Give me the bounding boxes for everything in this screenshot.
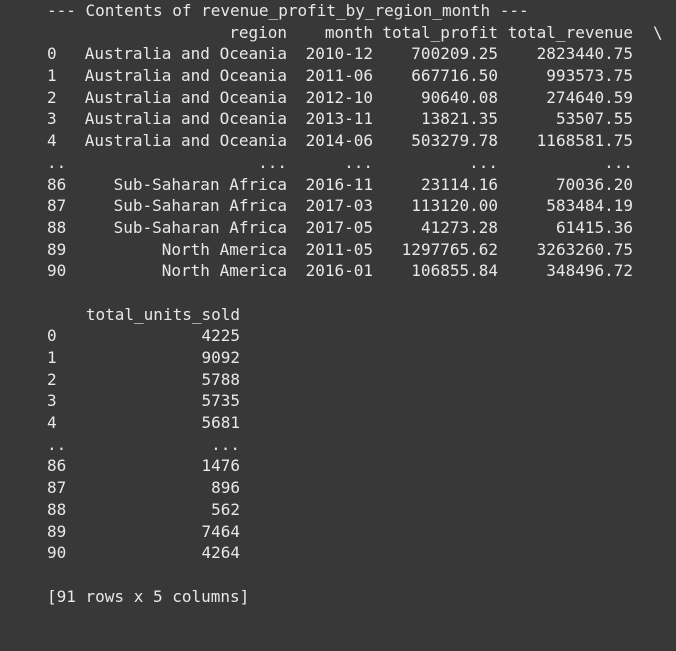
cell-total-profit: 106855.84 <box>411 261 498 281</box>
table-row: 88 562 <box>47 499 240 521</box>
cell-total-profit: 90640.08 <box>420 87 498 107</box>
table1-header-row: region month total_profit total_revenue … <box>47 22 662 44</box>
cell-region: Australia and Oceania <box>84 66 287 86</box>
cell-total-revenue: 53507.55 <box>555 109 633 129</box>
cell-total-revenue: 274640.59 <box>546 87 633 107</box>
cell-total-revenue: 348496.72 <box>546 261 633 281</box>
table2-header-row: total_units_sold <box>47 304 240 326</box>
cell-month: 2017-03 <box>305 196 373 216</box>
cell-region: Australia and Oceania <box>84 87 287 107</box>
cell-total-profit: 23114.16 <box>420 174 498 194</box>
cell-total-revenue: 2823440.75 <box>536 44 633 64</box>
cell-region: Sub-Saharan Africa <box>113 174 287 194</box>
notebook-output-cell: { "output": { "header": "--- Contents of… <box>0 0 676 617</box>
cell-region: Australia and Oceania <box>84 109 287 129</box>
column-header-month: month <box>324 22 373 42</box>
cell-total-revenue: 583484.19 <box>546 196 633 216</box>
cell-total-profit: 13821.35 <box>420 109 498 129</box>
table-row: 4 Australia and Oceania 2014-06 503279.78 11… <box>47 130 633 152</box>
cell-month: 2016-11 <box>305 174 373 194</box>
cell-region: Sub-Saharan Africa <box>113 196 287 216</box>
cell-total-units-sold: 5735 <box>201 391 240 411</box>
cell-total-units-sold: 5788 <box>201 369 240 389</box>
cell-total-profit: 41273.28 <box>420 217 498 237</box>
cell-region: Sub-Saharan Africa <box>113 217 287 237</box>
cell-total-units-sold: 7464 <box>201 521 240 541</box>
cell-region: North America <box>161 261 287 281</box>
cell-total-revenue: 3263260.75 <box>536 239 633 259</box>
cell-total-profit: 503279.78 <box>411 131 498 151</box>
table2-body: 0 4225 1 9092 2 5788 3 5735 4 5681..... 86 1476 87 89… <box>47 325 240 564</box>
cell-total-units-sold: 5681 <box>201 413 240 433</box>
cell-total-units-sold: ... <box>211 434 240 454</box>
cell-region: Australia and Oceania <box>84 44 287 64</box>
column-header-region: region <box>229 22 287 42</box>
column-header-total-units-sold: total_units_sold <box>85 304 240 324</box>
cell-total-units-sold: 562 <box>211 499 240 519</box>
cell-total-profit: 1297765.62 <box>401 239 498 259</box>
cell-month: 2011-06 <box>305 66 373 86</box>
dataframe-printout: --- Contents of revenue_profit_by_region… <box>47 0 663 608</box>
cell-total-units-sold: 4264 <box>201 543 240 563</box>
table-row: .............. <box>47 152 633 174</box>
cell-total-revenue: 70036.20 <box>555 174 633 194</box>
cell-total-revenue: 61415.36 <box>555 217 633 237</box>
table-row: 89 7464 <box>47 521 240 543</box>
cell-total-profit: ... <box>469 152 498 172</box>
cell-month: 2017-05 <box>305 217 373 237</box>
table-row: 88 Sub-Saharan Africa 2017-05 41273.28 61415… <box>47 217 633 239</box>
cell-total-units-sold: 9092 <box>201 348 240 367</box>
table-row: 87 896 <box>47 477 240 499</box>
table-row: 86 1476 <box>47 455 240 477</box>
row-count-footer: [91 rows x 5 columns] <box>47 586 250 606</box>
cell-total-revenue: 1168581.75 <box>536 131 633 151</box>
table-row: 2 Australia and Oceania 2012-10 90640.08 274… <box>47 87 633 109</box>
table-row: 3 Australia and Oceania 2013-11 13821.35 535… <box>47 108 633 130</box>
table-row: 1 Australia and Oceania 2011-06 667716.50 99… <box>47 65 633 87</box>
cell-total-units-sold: 4225 <box>201 326 240 346</box>
cell-month: 2010-12 <box>305 44 373 64</box>
output-header-line: --- Contents of revenue_profit_by_region… <box>47 0 529 22</box>
table-row: 90 North America 2016-01 106855.84 348496.72 <box>47 260 633 282</box>
table-row: 0 Australia and Oceania 2010-12 700209.25 28… <box>47 43 633 65</box>
table-row: 86 Sub-Saharan Africa 2016-11 23114.16 70036… <box>47 174 633 196</box>
cell-month: 2013-11 <box>305 109 373 129</box>
cell-month: 2014-06 <box>305 131 373 151</box>
cell-total-profit: 113120.00 <box>411 196 498 216</box>
cell-region: ... <box>258 152 287 172</box>
output-footer-line: [91 rows x 5 columns] <box>47 586 249 608</box>
table-row: 0 4225 <box>47 325 240 347</box>
cell-region: Australia and Oceania <box>84 131 287 151</box>
column-header-total-profit: total_profit <box>382 22 498 42</box>
cell-total-revenue: 993573.75 <box>546 66 633 86</box>
table-row: 1 9092 <box>47 347 240 369</box>
cell-month: 2012-10 <box>305 87 373 107</box>
cell-total-profit: 700209.25 <box>411 44 498 64</box>
cell-total-revenue: ... <box>604 152 633 172</box>
table-row: ..... <box>47 434 240 456</box>
output-header: --- Contents of revenue_profit_by_region… <box>47 1 529 20</box>
cell-month: ... <box>344 152 373 172</box>
column-header-total-revenue: total_revenue <box>507 22 633 42</box>
table-row: 90 4264 <box>47 542 240 564</box>
column-continuation-marker: \ <box>653 22 663 42</box>
cell-total-profit: 667716.50 <box>411 66 498 86</box>
table-row: 89 North America 2011-05 1297765.62 3263260.… <box>47 239 633 261</box>
cell-month: 2016-01 <box>305 261 373 281</box>
cell-total-units-sold: 896 <box>211 478 240 498</box>
cell-total-units-sold: 1476 <box>201 456 240 476</box>
table-row: 2 5788 <box>47 369 240 391</box>
cell-month: 2011-05 <box>305 239 373 259</box>
cell-region: North America <box>161 239 287 259</box>
table-row: 87 Sub-Saharan Africa 2017-03 113120.00 5834… <box>47 195 633 217</box>
table1-body: 0 Australia and Oceania 2010-12 700209.25 28… <box>47 43 633 282</box>
table-row: 4 5681 <box>47 412 240 434</box>
table-row: 3 5735 <box>47 390 240 412</box>
